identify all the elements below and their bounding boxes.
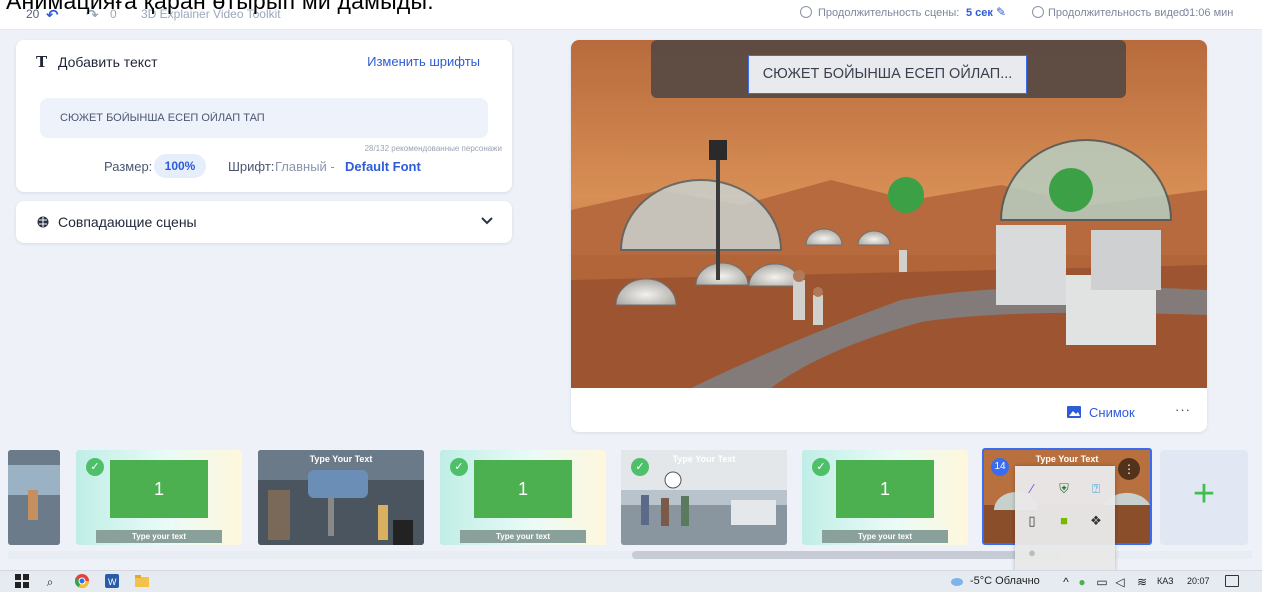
scene-caption: Type your text xyxy=(460,530,586,543)
chevron-up-icon[interactable]: ^ xyxy=(1058,574,1074,590)
text-icon: T xyxy=(36,53,48,71)
snapshot-button[interactable]: Снимок xyxy=(1067,402,1135,422)
scene-thumb[interactable]: 1 Type your text ✓ xyxy=(440,450,606,545)
battery-icon[interactable]: ▭ xyxy=(1094,574,1110,590)
pen-icon[interactable]: ∕ xyxy=(1021,478,1043,500)
size-selector[interactable]: 100% xyxy=(154,154,206,178)
windows-taskbar: ⌕ W -5°C Облачно ^ ● ▭ ◁ ≋ КАЗ 20:07 xyxy=(0,570,1262,592)
chevron-down-icon[interactable] xyxy=(480,213,494,227)
add-text-title: Добавить текст xyxy=(58,54,158,70)
scene-duration-value[interactable]: 5 сек xyxy=(966,7,993,19)
scene-caption: Type your text xyxy=(822,530,948,543)
status-app-icon[interactable]: ● xyxy=(1074,574,1090,590)
timeline-scrollbar-thumb[interactable] xyxy=(632,551,1062,559)
more-options-icon[interactable]: ⋮ xyxy=(1118,458,1140,480)
snapshot-label: Снимок xyxy=(1089,404,1135,420)
scene-caption: Type your text xyxy=(96,530,222,543)
folder-icon xyxy=(135,575,149,587)
cloud-icon xyxy=(951,578,963,586)
device-icon[interactable]: ▯ xyxy=(1021,510,1043,532)
check-icon: ✓ xyxy=(86,458,104,476)
matching-scenes-accordion[interactable]: Совпадающие сцены xyxy=(16,201,512,243)
shield-icon[interactable]: ⛨ xyxy=(1053,478,1075,500)
scene-thumb[interactable]: 1 Type your text ✓ xyxy=(802,450,968,545)
windows-logo-icon xyxy=(15,574,29,588)
word-icon[interactable]: W xyxy=(104,574,120,590)
video-duration-value: 01:06 мин xyxy=(1183,7,1234,19)
scene-number: 1 xyxy=(153,479,164,499)
clock-icon xyxy=(800,6,812,18)
check-icon: ✓ xyxy=(812,458,830,476)
word-logo-icon: W xyxy=(105,574,119,588)
search-icon[interactable]: ⌕ xyxy=(42,574,58,590)
scene-number: 1 xyxy=(879,479,890,499)
overlay-caption: Анимацияға қаран өтырып ми дамыды. xyxy=(6,0,434,14)
wifi-icon[interactable]: ≋ xyxy=(1134,574,1150,590)
more-options-icon[interactable]: ··· xyxy=(1175,402,1191,417)
chrome-logo-icon xyxy=(74,574,89,588)
scene-thumb-image xyxy=(258,450,424,545)
font-label: Шрифт: xyxy=(228,159,275,174)
scene-thumb[interactable]: 1 Type your text ✓ xyxy=(76,450,242,545)
scene-duration-label: Продолжительность сцены: xyxy=(818,7,960,19)
notification-icon[interactable] xyxy=(1225,575,1239,587)
app-icon[interactable]: ● xyxy=(1021,542,1043,564)
clock-icon xyxy=(1032,6,1044,18)
image-icon xyxy=(1067,406,1081,418)
nvidia-icon[interactable]: ■ xyxy=(1053,510,1075,532)
char-counter: 28/132 рекомендованные персонажи xyxy=(364,144,502,153)
chrome-icon[interactable] xyxy=(74,574,90,590)
scene-preview: СЮЖЕТ БОЙЫНША ЕСЕП ОЙЛАП... Снимок ··· xyxy=(571,40,1207,432)
matching-scenes-title: Совпадающие сцены xyxy=(58,214,197,230)
check-icon: ✓ xyxy=(631,458,649,476)
scene-index-badge: 14 xyxy=(991,458,1009,476)
scene-title: Type Your Text xyxy=(309,454,373,464)
scene-text-input[interactable] xyxy=(40,98,488,138)
preview-text-box[interactable]: СЮЖЕТ БОЙЫНША ЕСЕП ОЙЛАП... xyxy=(748,55,1027,94)
network-icon[interactable]: ⍰ xyxy=(1085,478,1107,500)
font-selector[interactable]: Default Font xyxy=(345,159,421,174)
scene-thumb[interactable]: Type Your Text ✓ xyxy=(621,450,787,545)
tray-overflow-flyout: ∕ ⛨ ⍰ ▯ ■ ❖ ● xyxy=(1015,466,1115,584)
plus-icon: + xyxy=(1192,473,1216,515)
change-fonts-link[interactable]: Изменить шрифты xyxy=(367,54,480,69)
video-duration-label: Продолжительность видео: xyxy=(1048,7,1189,19)
add-text-panel: T Добавить текст Изменить шрифты 28/132 … xyxy=(16,40,512,192)
volume-icon[interactable]: ◁ xyxy=(1112,574,1128,590)
svg-text:W: W xyxy=(108,577,117,587)
add-scene-button[interactable]: + xyxy=(1160,450,1248,545)
scene-number: 1 xyxy=(517,479,528,499)
size-label: Размер: xyxy=(104,159,153,174)
language-indicator[interactable]: КАЗ xyxy=(1157,576,1174,586)
scene-thumb-partial[interactable] xyxy=(8,450,60,545)
scene-thumb[interactable]: Type Your Text xyxy=(258,450,424,545)
file-explorer-icon[interactable] xyxy=(134,574,150,590)
brain-icon xyxy=(37,216,49,228)
scene-thumb-image xyxy=(8,450,60,545)
check-icon: ✓ xyxy=(450,458,468,476)
clock[interactable]: 20:07 xyxy=(1187,576,1210,586)
pencil-icon[interactable]: ✎ xyxy=(996,5,1006,19)
weather-text[interactable]: -5°C Облачно xyxy=(970,575,1040,587)
windows-start-icon[interactable] xyxy=(14,574,30,590)
cloud-app-icon[interactable]: ❖ xyxy=(1085,510,1107,532)
font-role: Главный - xyxy=(275,159,335,174)
